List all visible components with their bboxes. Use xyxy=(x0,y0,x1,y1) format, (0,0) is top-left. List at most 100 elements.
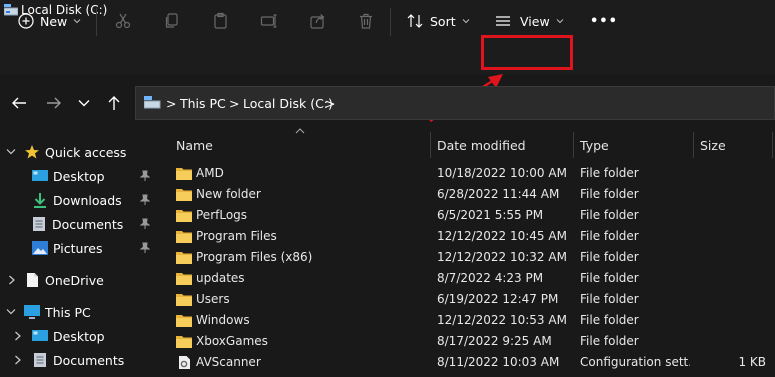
file-size xyxy=(700,184,766,205)
sidebar-item-this-pc[interactable]: This PC xyxy=(0,300,162,324)
chevron-right-icon xyxy=(15,355,21,365)
folder-icon xyxy=(176,210,192,222)
sidebar-item-label: This PC xyxy=(45,304,91,320)
file-size xyxy=(700,247,766,268)
file-type: File folder xyxy=(580,250,639,264)
new-button[interactable]: New xyxy=(18,8,81,34)
column-divider[interactable] xyxy=(573,132,574,158)
cut-icon xyxy=(115,13,131,29)
column-divider[interactable] xyxy=(772,132,773,158)
file-date: 6/19/2022 12:47 PM xyxy=(437,292,559,306)
file-row[interactable]: Users 6/19/2022 12:47 PM File folder xyxy=(170,289,775,310)
file-name: Users xyxy=(196,292,230,306)
toolbar-divider xyxy=(390,8,391,36)
file-row[interactable]: PerfLogs 6/5/2021 5:55 PM File folder xyxy=(170,205,775,226)
sidebar-item-quick-access[interactable]: Quick access xyxy=(0,140,162,164)
file-row[interactable]: AVScanner 8/11/2022 10:03 AM Configurati… xyxy=(170,352,775,373)
chevron-down-icon xyxy=(78,100,90,107)
arrow-up-icon xyxy=(108,96,120,110)
column-header-name[interactable]: Name xyxy=(176,133,213,157)
chevron-down-icon xyxy=(6,149,16,155)
pictures-icon xyxy=(32,241,48,255)
file-name: XboxGames xyxy=(196,334,268,348)
toolbar-divider xyxy=(96,8,97,36)
desktop-icon xyxy=(32,170,48,181)
this-pc-icon xyxy=(144,96,161,109)
file-name: AMD xyxy=(196,166,224,180)
documents-icon xyxy=(33,217,45,231)
sidebar-item-documents[interactable]: Documents xyxy=(0,212,162,236)
sidebar-item-pictures[interactable]: Pictures xyxy=(0,236,162,260)
breadcrumb-separator: > xyxy=(166,96,177,111)
file-row[interactable]: Windows 12/12/2022 10:53 AM File folder xyxy=(170,310,775,331)
breadcrumb-separator: > xyxy=(325,96,336,111)
file-date: 10/18/2022 10:00 AM xyxy=(437,166,567,180)
file-type: Configuration sett... xyxy=(580,355,690,369)
up-button[interactable] xyxy=(103,92,125,114)
new-label: New xyxy=(40,13,68,29)
share-button[interactable] xyxy=(306,9,330,33)
folder-icon xyxy=(176,336,192,348)
sidebar-item-label: Quick access xyxy=(45,144,127,160)
sidebar-item-label: Desktop xyxy=(53,328,105,344)
pin-icon xyxy=(140,194,150,205)
file-date: 8/17/2022 9:25 AM xyxy=(437,334,552,348)
more-icon: ••• xyxy=(590,13,618,29)
column-header-date[interactable]: Date modified xyxy=(437,133,526,157)
file-size xyxy=(700,226,766,247)
cut-button[interactable] xyxy=(111,9,135,33)
column-header-size[interactable]: Size xyxy=(700,133,726,157)
file-name: New folder xyxy=(196,187,261,201)
file-row[interactable]: Program Files 12/12/2022 10:45 AM File f… xyxy=(170,226,775,247)
delete-button[interactable] xyxy=(354,9,378,33)
breadcrumb-separator: > xyxy=(229,96,240,111)
file-row[interactable]: XboxGames 8/17/2022 9:25 AM File folder xyxy=(170,331,775,352)
arrow-left-icon xyxy=(12,97,26,109)
sort-icon xyxy=(407,14,423,28)
view-highlight-box xyxy=(481,35,573,70)
pin-icon xyxy=(140,242,150,253)
hamburger-icon xyxy=(496,16,510,26)
computer-icon xyxy=(24,304,40,319)
file-type: File folder xyxy=(580,229,639,243)
forward-button[interactable] xyxy=(43,92,65,114)
column-header-type[interactable]: Type xyxy=(580,133,609,157)
sidebar-item-onedrive[interactable]: OneDrive xyxy=(0,268,162,292)
back-button[interactable] xyxy=(8,92,30,114)
sidebar-item-this-pc-documents[interactable]: Documents xyxy=(0,348,162,372)
sidebar-item-downloads[interactable]: Downloads xyxy=(0,188,162,212)
folder-icon xyxy=(176,315,192,327)
file-row[interactable]: New folder 6/28/2022 11:44 AM File folde… xyxy=(170,184,775,205)
rename-icon xyxy=(260,14,277,28)
recent-locations-button[interactable] xyxy=(73,92,95,114)
paste-button[interactable] xyxy=(209,9,233,33)
file-date: 12/12/2022 10:53 AM xyxy=(437,313,567,327)
sidebar-item-label: OneDrive xyxy=(45,272,104,288)
file-size xyxy=(700,331,766,352)
column-divider[interactable] xyxy=(693,132,694,158)
file-row[interactable]: AMD 10/18/2022 10:00 AM File folder xyxy=(170,163,775,184)
file-size xyxy=(700,205,766,226)
folder-icon xyxy=(176,252,192,264)
breadcrumb-this-pc[interactable]: This PC xyxy=(180,96,226,111)
file-date: 12/12/2022 10:45 AM xyxy=(437,229,567,243)
file-size xyxy=(700,310,766,331)
sort-button[interactable]: Sort xyxy=(406,8,470,34)
more-button[interactable]: ••• xyxy=(590,8,618,34)
file-type: File folder xyxy=(580,187,639,201)
copy-button[interactable] xyxy=(160,9,184,33)
column-divider[interactable] xyxy=(430,132,431,158)
file-name: Program Files xyxy=(196,229,277,243)
view-button[interactable]: View xyxy=(494,8,564,34)
download-icon xyxy=(34,193,46,208)
file-row[interactable]: Program Files (x86) 12/12/2022 10:32 AM … xyxy=(170,247,775,268)
rename-button[interactable] xyxy=(257,9,281,33)
sidebar-item-this-pc-desktop[interactable]: Desktop xyxy=(0,324,162,348)
sidebar-item-desktop[interactable]: Desktop xyxy=(0,164,162,188)
arrow-right-icon xyxy=(47,97,61,109)
sidebar-item-label: Pictures xyxy=(53,240,103,256)
file-row[interactable]: updates 8/7/2022 4:23 PM File folder xyxy=(170,268,775,289)
chevron-down-icon xyxy=(556,19,564,24)
file-type: File folder xyxy=(580,334,639,348)
breadcrumb-local-disk[interactable]: Local Disk (C:) xyxy=(243,96,333,111)
